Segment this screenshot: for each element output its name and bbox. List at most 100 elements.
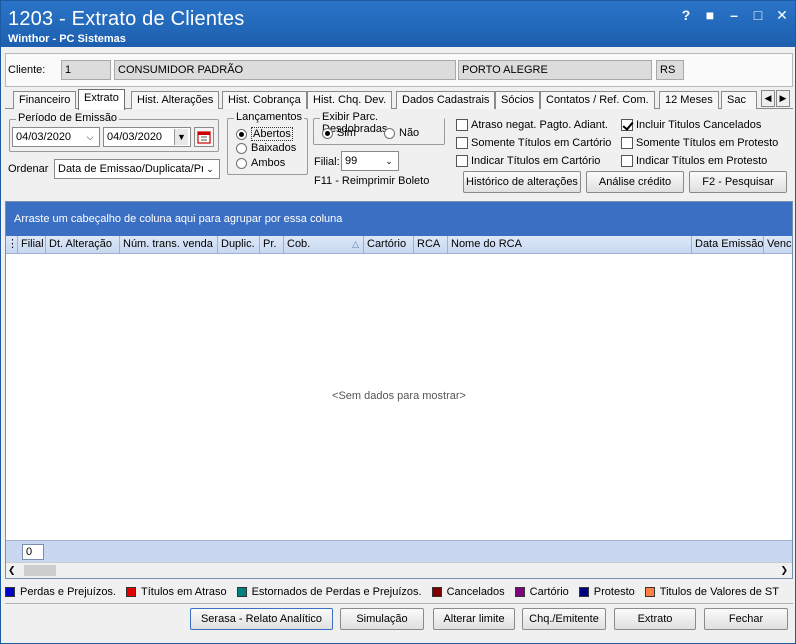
column-chooser-icon[interactable]: ⋮ [6, 236, 18, 254]
col-filial[interactable]: Filial [18, 236, 46, 254]
check-indicar-cartorio-label: Indicar Títulos em Cartório [471, 155, 601, 167]
checkbox-icon [456, 155, 468, 167]
col-data-emissao[interactable]: Data Emissão [692, 236, 764, 254]
periodo-start-date[interactable]: 04/03/2020 ⌵ [12, 127, 100, 147]
tab-12-meses[interactable]: 12 Meses [659, 91, 719, 109]
radio-nao[interactable]: Não [384, 127, 419, 139]
legend-swatch [431, 587, 442, 597]
col-venc[interactable]: Venc [764, 236, 792, 254]
simulacao-button[interactable]: Simulação [340, 608, 424, 630]
col-num-trans-venda[interactable]: Núm. trans. venda [120, 236, 218, 254]
col-rca[interactable]: RCA [414, 236, 448, 254]
title-bar: 1203 - Extrato de Clientes Winthor - PC … [1, 1, 795, 47]
tab-extrato[interactable]: Extrato [78, 89, 125, 110]
theme-icon[interactable]: ■ [703, 7, 717, 23]
legend-swatch [644, 587, 655, 597]
check-indicar-protesto[interactable]: Indicar Títulos em Protesto [621, 155, 767, 167]
radio-dot-icon [236, 157, 247, 169]
tab-strip: Financeiro Extrato Hist. Alterações Hist… [5, 89, 793, 110]
window-subtitle: Winthor - PC Sistemas [8, 33, 126, 45]
radio-dot-icon [236, 142, 247, 154]
tab-contatos[interactable]: Contatos / Ref. Com. [540, 91, 655, 109]
periodo-group: Período de Emissão 04/03/2020 ⌵ 04/03/20… [9, 112, 219, 152]
radio-sim-label: Sim [337, 127, 356, 139]
alterar-limite-button[interactable]: Alterar limite [433, 608, 515, 630]
sort-asc-icon: △ [352, 239, 359, 249]
tab-socios[interactable]: Sócios [495, 91, 541, 109]
help-icon[interactable]: ? [679, 7, 693, 23]
radio-dot-icon [236, 128, 247, 140]
legend-label: Titulos de Valores de ST [659, 586, 779, 598]
window-title: 1203 - Extrato de Clientes [8, 8, 245, 30]
checkbox-checked-icon [621, 119, 633, 131]
periodo-legend: Período de Emissão [16, 112, 120, 124]
chevron-down-icon[interactable]: ▼ [174, 129, 188, 145]
chevron-down-icon[interactable]: ⌄ [203, 161, 217, 177]
calendar-icon[interactable] [194, 127, 214, 147]
tab-dados-cadastrais[interactable]: Dados Cadastrais [396, 91, 496, 109]
client-code-field[interactable]: 1 [61, 60, 111, 80]
tab-hist-chq-dev[interactable]: Hist. Chq. Dev. [307, 91, 393, 109]
filial-value: 99 [345, 155, 358, 167]
legend-label: Perdas e Prejuízos. [20, 586, 116, 598]
filial-select[interactable]: 99 ⌄ [341, 151, 399, 171]
tab-sac[interactable]: Sac [721, 91, 757, 109]
periodo-end-date[interactable]: 04/03/2020 ▼ [103, 127, 191, 147]
maximize-icon[interactable]: □ [751, 7, 765, 23]
col-duplic[interactable]: Duplic. [218, 236, 260, 254]
check-atraso-negat[interactable]: Atraso negat. Pagto. Adiant. [456, 119, 608, 131]
radio-dot-icon [384, 127, 395, 139]
radio-nao-label: Não [399, 127, 420, 139]
check-incluir-cancelados[interactable]: Incluir Titulos Cancelados [621, 119, 761, 131]
close-icon[interactable]: ✕ [775, 7, 789, 23]
tab-financeiro[interactable]: Financeiro [13, 91, 77, 109]
extrato-button[interactable]: Extrato [614, 608, 696, 630]
col-cartorio[interactable]: Cartório [364, 236, 414, 254]
legend-protesto: Protesto [578, 586, 635, 598]
col-dt-alteracao[interactable]: Dt. Alteração [46, 236, 120, 254]
check-somente-protesto-label: Somente Títulos em Protesto [636, 137, 779, 149]
pesquisar-button[interactable]: F2 - Pesquisar [689, 171, 787, 193]
historico-alteracoes-button[interactable]: Histórico de alterações [463, 171, 581, 193]
tab-hist-cobranca[interactable]: Hist. Cobrança [222, 91, 307, 109]
ordenar-select[interactable]: Data de Emissao/Duplicata/Pre ⌄ [54, 159, 220, 179]
analise-credito-button[interactable]: Análise crédito [586, 171, 684, 193]
chevron-down-icon[interactable]: ⌄ [382, 153, 396, 169]
lancamentos-legend: Lançamentos [234, 111, 305, 123]
col-nome-rca[interactable]: Nome do RCA [448, 236, 692, 254]
legend-st: Titulos de Valores de ST [644, 586, 779, 598]
tab-hist-alteracoes[interactable]: Hist. Alterações [131, 91, 220, 109]
legend-atraso: Títulos em Atraso [126, 586, 227, 598]
tab-scroll-right-icon[interactable]: ▶ [776, 90, 790, 107]
radio-baixados-label: Baixados [251, 142, 297, 154]
legend-label: Cartório [529, 586, 569, 598]
radio-abertos[interactable]: Abertos [236, 127, 293, 141]
col-cob[interactable]: Cob. △ [284, 236, 364, 254]
horizontal-scrollbar[interactable]: ❮ ❯ [6, 562, 792, 578]
check-somente-cartorio[interactable]: Somente Títulos em Cartório [456, 137, 611, 149]
scrollbar-thumb[interactable] [24, 565, 56, 576]
empty-message: <Sem dados para mostrar> [332, 390, 466, 402]
client-name-field: CONSUMIDOR PADRÃO [114, 60, 456, 80]
col-pr[interactable]: Pr. [260, 236, 284, 254]
chevron-down-icon[interactable]: ⌵ [83, 129, 97, 145]
main-window: 1203 - Extrato de Clientes Winthor - PC … [0, 0, 796, 644]
fechar-button[interactable]: Fechar [704, 608, 788, 630]
radio-ambos[interactable]: Ambos [236, 157, 285, 169]
periodo-start-value: 04/03/2020 [16, 131, 72, 143]
tab-scroll-left-icon[interactable]: ◀ [761, 90, 775, 107]
chq-emitente-button[interactable]: Chq./Emitente [522, 608, 606, 630]
check-incluir-cancelados-label: Incluir Titulos Cancelados [636, 119, 762, 131]
check-somente-protesto[interactable]: Somente Títulos em Protesto [621, 137, 778, 149]
scroll-left-icon[interactable]: ❮ [8, 565, 16, 576]
minimize-icon[interactable]: – [727, 7, 741, 23]
client-state-field: RS [656, 60, 684, 80]
check-indicar-cartorio[interactable]: Indicar Títulos em Cartório [456, 155, 600, 167]
radio-sim[interactable]: Sim [322, 127, 356, 139]
radio-baixados[interactable]: Baixados [236, 142, 296, 154]
checkbox-icon [456, 137, 468, 149]
scroll-right-icon[interactable]: ❯ [780, 565, 788, 576]
group-by-bar[interactable]: Arraste um cabeçalho de coluna aqui para… [6, 202, 792, 236]
grid-footer: 0 [6, 540, 792, 562]
serasa-button[interactable]: Serasa - Relato Analítico [190, 608, 333, 630]
